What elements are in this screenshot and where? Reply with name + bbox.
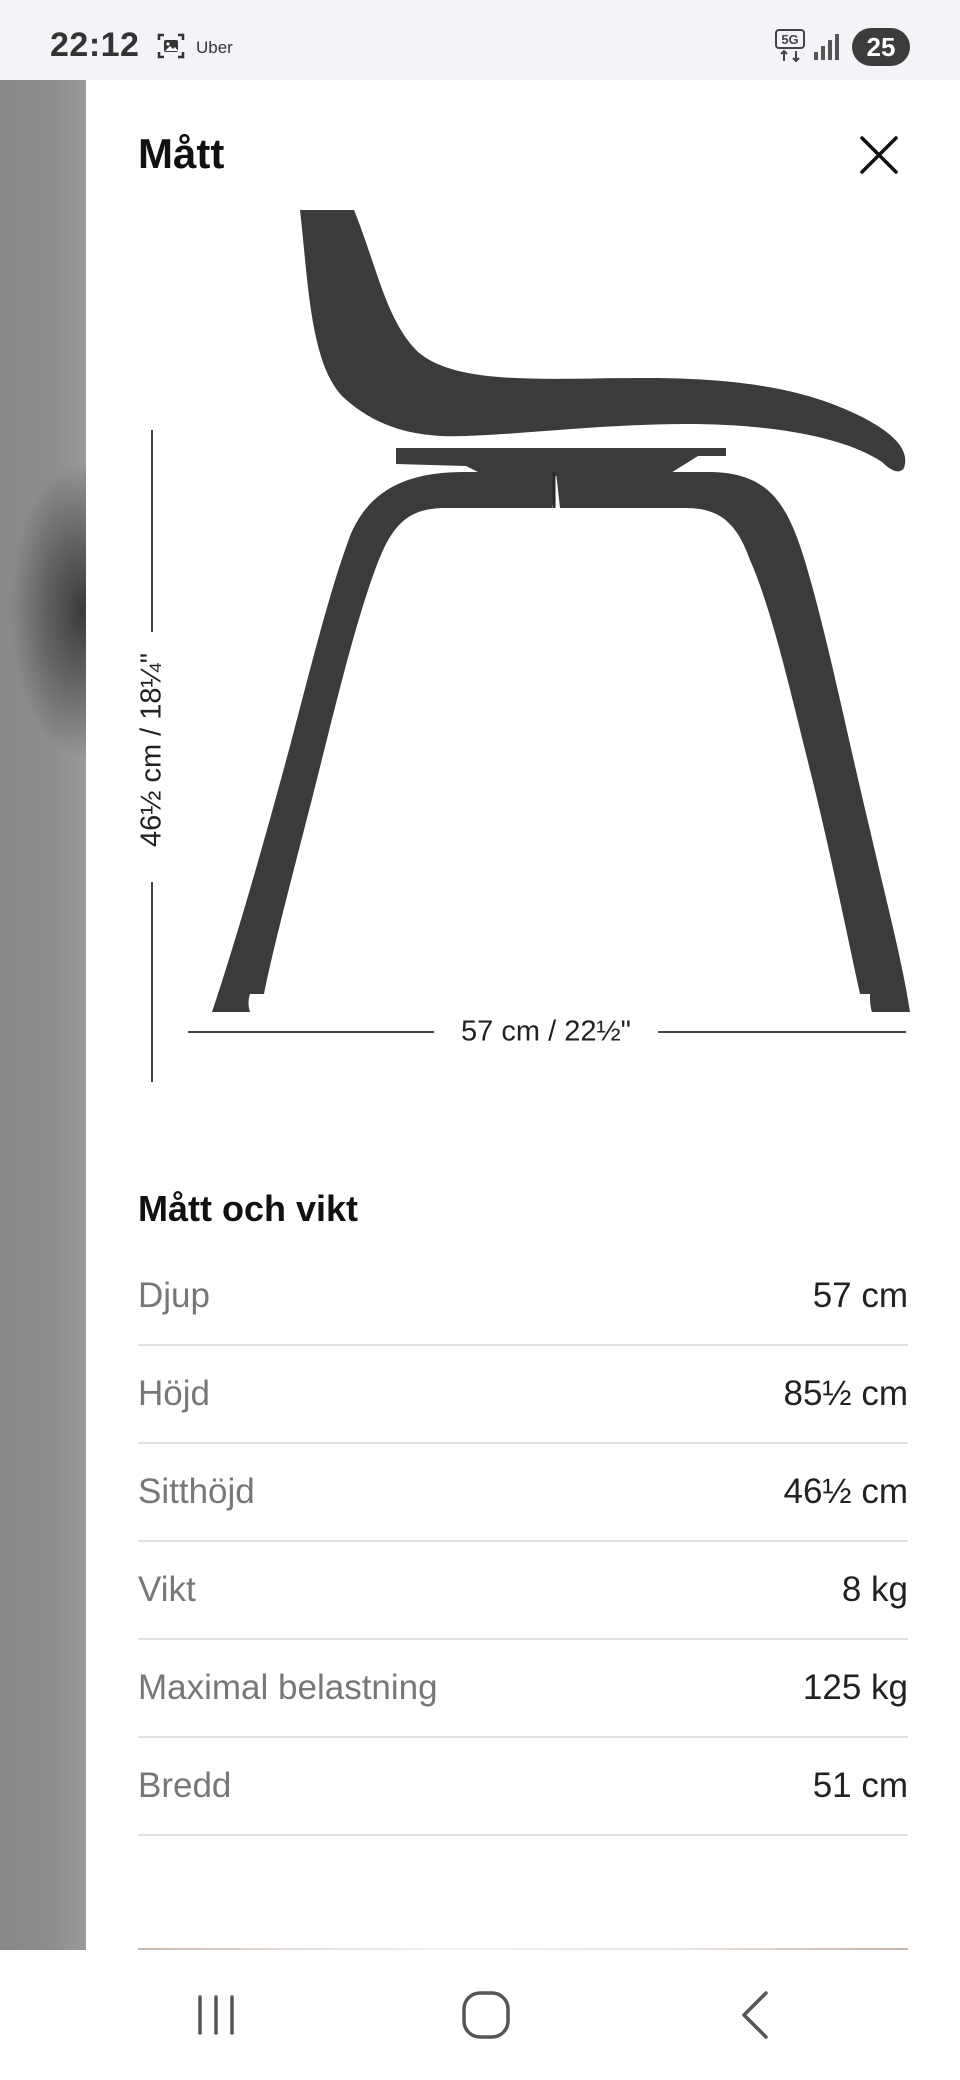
screenshot-icon: [157, 33, 185, 59]
spec-value: 8 kg: [841, 1570, 908, 1609]
chair-seat-plate: [396, 448, 726, 476]
specs-title: Mått och vikt: [138, 1188, 359, 1229]
chair-seat: [300, 210, 906, 472]
spec-value: 57 cm: [812, 1276, 908, 1315]
spec-value: 46½ cm: [783, 1472, 909, 1511]
chair-left-leg: [212, 472, 556, 1012]
svg-text:5G: 5G: [781, 32, 798, 47]
chair-silhouette: [212, 210, 910, 1012]
spec-row-depth: Djup 57 cm: [138, 1248, 908, 1346]
spec-row-width: Bredd 51 cm: [138, 1738, 908, 1836]
recent-apps-icon[interactable]: [186, 1985, 246, 2045]
spec-table: Djup 57 cm Höjd 85½ cm Sitthöjd 46½ cm V…: [138, 1248, 908, 1836]
spec-label: Vikt: [138, 1570, 196, 1609]
height-dimension-label: 46½ cm / 18¼": [135, 652, 168, 848]
dimensions-panel: Mått 46½ cm / 18¼" 57 cm / 22½" Mått och…: [86, 80, 960, 1950]
battery-level: 25: [866, 31, 896, 62]
close-icon[interactable]: [854, 130, 904, 180]
spec-row-seat-height: Sitthöjd 46½ cm: [138, 1444, 908, 1542]
spec-value: 85½ cm: [783, 1374, 909, 1413]
spec-row-weight: Vikt 8 kg: [138, 1542, 908, 1640]
backdrop: [0, 80, 86, 1950]
signal-icon: [814, 34, 839, 60]
status-time: 22:12: [50, 26, 140, 64]
spec-value: 51 cm: [812, 1766, 908, 1805]
spec-label: Maximal belastning: [138, 1668, 438, 1707]
panel-title: Mått: [138, 130, 225, 177]
spec-label: Djup: [138, 1276, 210, 1315]
spec-label: Höjd: [138, 1374, 210, 1413]
home-icon[interactable]: [456, 1985, 516, 2045]
back-icon[interactable]: [726, 1985, 786, 2045]
width-dimension-label: 57 cm / 22½": [441, 1015, 651, 1049]
spec-value: 125 kg: [802, 1668, 908, 1707]
navigation-bar: [0, 1950, 960, 2080]
chair-diagram: 46½ cm / 18¼" 57 cm / 22½": [86, 210, 960, 1110]
status-bar: 22:12 Uber 5G 25: [0, 0, 960, 80]
chair-right-leg: [556, 472, 910, 1012]
5g-icon: 5G: [775, 29, 805, 63]
battery-icon: 25: [852, 28, 910, 66]
spec-row-max-load: Maximal belastning 125 kg: [138, 1640, 908, 1738]
backdrop-shadow: [10, 460, 86, 760]
spec-label: Sitthöjd: [138, 1472, 255, 1511]
spec-label: Bredd: [138, 1766, 232, 1805]
status-app-label: Uber: [196, 38, 233, 57]
chair-drawing: [151, 210, 910, 1082]
spec-row-height: Höjd 85½ cm: [138, 1346, 908, 1444]
